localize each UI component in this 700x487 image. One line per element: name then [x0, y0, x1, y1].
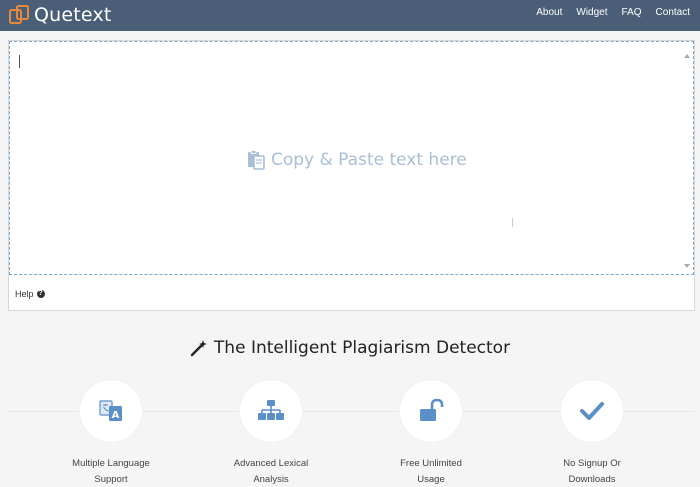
- brand-name: Quetext: [34, 4, 112, 26]
- question-circle-icon: ?: [36, 290, 45, 298]
- help-label: Help: [15, 289, 34, 299]
- paste-placeholder: Copy & Paste text here: [247, 150, 467, 170]
- nav-about[interactable]: About: [536, 7, 562, 18]
- translate-icon: A: [99, 400, 122, 421]
- feature-label-line2: Analysis: [253, 474, 289, 485]
- help-link[interactable]: Help ?: [15, 289, 45, 299]
- feature-label-line2: Usage: [417, 474, 445, 485]
- text-input-area[interactable]: Copy & Paste text here: [9, 41, 694, 275]
- feature-lexical: Advanced Lexical Analysis: [201, 380, 341, 487]
- feature-label-line1: No Signup Or: [563, 458, 621, 469]
- brand[interactable]: Quetext: [8, 3, 112, 27]
- quetext-logo-icon: [9, 5, 29, 24]
- feature-label: No Signup Or Downloads: [522, 456, 662, 487]
- top-navbar: Quetext About Widget FAQ Contact: [0, 0, 700, 31]
- scroll-down-arrow[interactable]: [684, 264, 690, 268]
- main-nav: About Widget FAQ Contact: [536, 7, 690, 18]
- feature-label-line1: Free Unlimited: [400, 458, 462, 469]
- text-caret: [19, 55, 20, 68]
- feature-language: A Multiple Language Support: [41, 380, 181, 487]
- features-row: A Multiple Language Support Advanced Lex…: [0, 380, 700, 487]
- nav-widget[interactable]: Widget: [576, 7, 607, 18]
- nav-contact[interactable]: Contact: [656, 7, 690, 18]
- feature-label: Multiple Language Support: [41, 456, 181, 487]
- editor-panel: Copy & Paste text here Help ?: [8, 40, 695, 311]
- feature-circle: [561, 380, 623, 442]
- scroll-up-arrow[interactable]: [684, 54, 690, 58]
- text-cursor-mark: [512, 218, 513, 227]
- placeholder-text: Copy & Paste text here: [271, 150, 467, 170]
- paste-icon: [248, 150, 265, 170]
- tagline: The Intelligent Plagiarism Detector: [0, 338, 700, 358]
- feature-label: Advanced Lexical Analysis: [201, 456, 341, 487]
- tagline-text: The Intelligent Plagiarism Detector: [213, 338, 511, 358]
- sitemap-icon: [258, 400, 284, 420]
- feature-circle: [400, 380, 462, 442]
- feature-label-line2: Support: [94, 474, 128, 485]
- feature-label: Free Unlimited Usage: [361, 456, 501, 487]
- magic-wand-icon: [190, 340, 207, 357]
- nav-faq[interactable]: FAQ: [622, 7, 642, 18]
- checkmark-icon: [580, 402, 604, 420]
- unlock-icon: [420, 398, 444, 421]
- feature-no-signup: No Signup Or Downloads: [522, 380, 662, 487]
- feature-label-line1: Advanced Lexical: [233, 458, 309, 469]
- feature-circle: A: [80, 380, 142, 442]
- feature-label-line1: Multiple Language: [72, 458, 150, 469]
- feature-unlimited: Free Unlimited Usage: [361, 380, 501, 487]
- feature-label-line2: Downloads: [568, 474, 616, 485]
- feature-circle: [240, 380, 302, 442]
- svg-text:A: A: [112, 410, 120, 421]
